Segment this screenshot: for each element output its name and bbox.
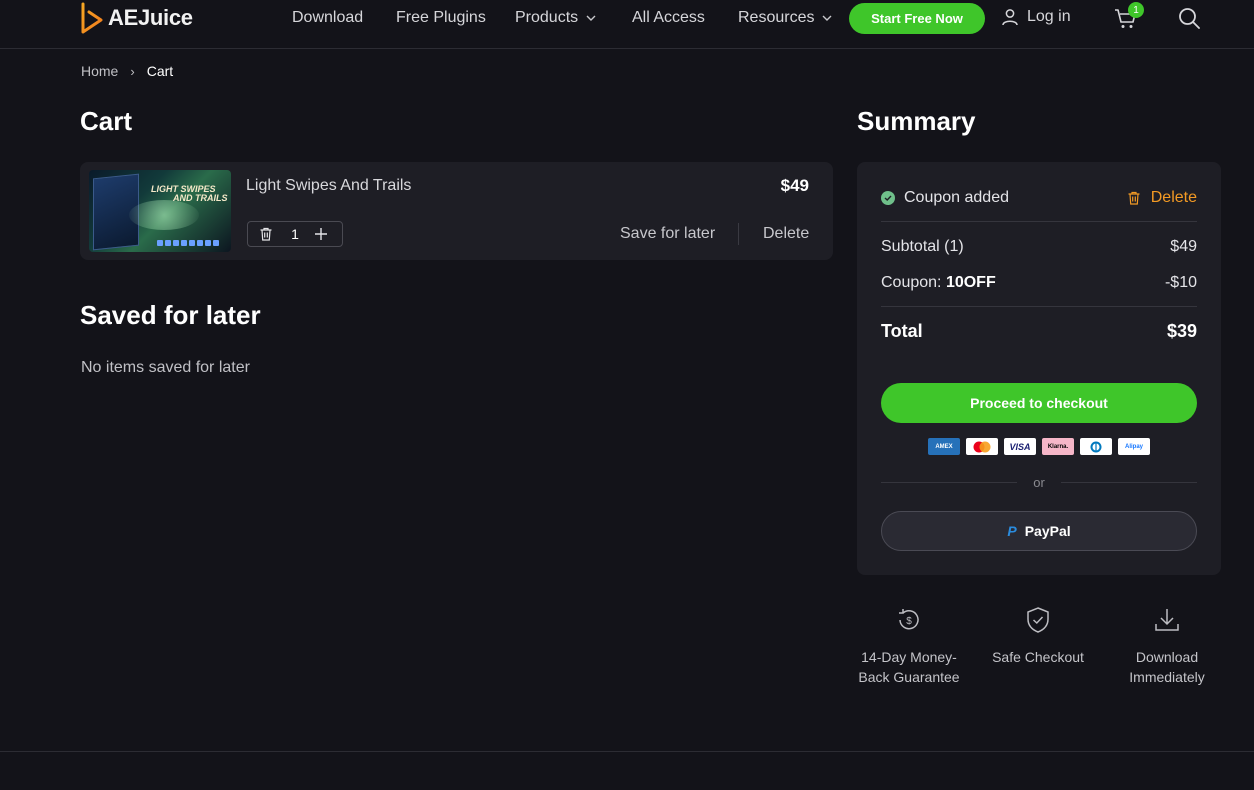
- or-divider: or: [881, 475, 1197, 490]
- chevron-down-icon: [822, 15, 832, 21]
- summary-title: Summary: [857, 106, 976, 136]
- chevron-down-icon: [586, 15, 596, 21]
- cart-item: LIGHT SWIPES AND TRAILS Light Swipes And…: [80, 162, 833, 260]
- coupon-delete-label: Delete: [1150, 189, 1197, 206]
- coupon-code: 10OFF: [945, 274, 996, 291]
- feature-download: Download Immediately: [1107, 606, 1227, 687]
- trash-icon[interactable]: [259, 227, 273, 241]
- coupon-added-label: Coupon added: [904, 189, 1009, 206]
- nav-resources[interactable]: Resources: [738, 8, 832, 28]
- plus-icon[interactable]: [314, 227, 328, 241]
- login-label: Log in: [1027, 8, 1071, 25]
- paypal-button[interactable]: P PayPal: [881, 511, 1197, 551]
- nav-free-plugins-label: Free Plugins: [396, 9, 486, 26]
- feature-money-back: $ 14-Day Money- Back Guarantee: [849, 606, 969, 687]
- mastercard-icon: [966, 438, 998, 455]
- amex-icon: AMEX: [928, 438, 960, 455]
- diners-icon: [1080, 438, 1112, 455]
- check-circle-icon: [881, 191, 895, 205]
- breadcrumb-current: Cart: [146, 63, 174, 79]
- money-back-icon: $: [899, 609, 919, 630]
- subtotal-value: $49: [1170, 238, 1197, 255]
- user-icon: [1002, 9, 1018, 26]
- feature-download-line1: Download: [1135, 649, 1199, 665]
- light-glow: [129, 200, 199, 230]
- coupon-label-group: Coupon: 10OFF: [881, 274, 996, 292]
- search-icon[interactable]: [1178, 7, 1200, 29]
- summary-card: Coupon added Delete Subtotal (1) $49 Cou…: [857, 162, 1221, 575]
- footer-divider: [0, 751, 1254, 752]
- nav-download-label: Download: [292, 9, 364, 26]
- quantity-stepper: 1: [247, 221, 343, 247]
- total-label: Total: [881, 321, 923, 341]
- proceed-to-checkout-button[interactable]: Proceed to checkout: [881, 383, 1197, 423]
- nav-products-label: Products: [515, 9, 579, 26]
- trash-icon: [1128, 191, 1140, 205]
- breadcrumb: Home › Cart: [81, 63, 173, 79]
- breadcrumb-home[interactable]: Home: [81, 63, 118, 79]
- total-value: $39: [1166, 321, 1197, 341]
- saved-empty-text: No items saved for later: [81, 359, 250, 376]
- svg-text:$: $: [906, 616, 912, 627]
- coupon-value: -$10: [1164, 274, 1197, 291]
- feature-download-line2: Immediately: [1129, 669, 1205, 685]
- or-label: or: [1033, 475, 1045, 490]
- divider: [881, 221, 1197, 222]
- cart-count-badge: 1: [1128, 2, 1144, 18]
- klarna-icon: Klarna.: [1042, 438, 1074, 455]
- cart-title: Cart: [80, 106, 133, 136]
- subtotal-label: Subtotal (1): [881, 238, 964, 255]
- logo-icon: [81, 2, 103, 34]
- paypal-icon: P: [1007, 523, 1017, 539]
- feature-money-back-line2: Back Guarantee: [858, 669, 960, 685]
- coupon-delete-button[interactable]: Delete: [1127, 189, 1197, 207]
- coupon-discount-row: Coupon: 10OFF -$10: [881, 274, 1197, 292]
- visa-icon: VISA: [1004, 438, 1036, 455]
- site-header: AEJuice Download Free Plugins Products A…: [0, 0, 1254, 49]
- thumb-title-line2: AND TRAILS: [173, 193, 228, 203]
- coupon-label: Coupon:: [881, 274, 946, 291]
- nav-all-access-label: All Access: [632, 9, 705, 26]
- product-name[interactable]: Light Swipes And Trails: [246, 177, 411, 195]
- shield-check-icon: [1027, 607, 1049, 633]
- divider: [738, 223, 739, 245]
- product-thumbnail[interactable]: LIGHT SWIPES AND TRAILS: [89, 170, 231, 252]
- quantity-value[interactable]: 1: [290, 226, 300, 242]
- download-icon: [1155, 609, 1179, 631]
- coupon-row: Coupon added Delete: [881, 189, 1197, 207]
- nav-products[interactable]: Products: [515, 8, 596, 28]
- thumb-app-icons: [157, 240, 219, 246]
- nav-free-plugins[interactable]: Free Plugins: [396, 8, 486, 28]
- divider: [881, 306, 1197, 307]
- nav-download[interactable]: Download: [292, 8, 363, 28]
- logo[interactable]: AEJuice: [80, 2, 193, 34]
- breadcrumb-separator: ›: [130, 63, 135, 79]
- delete-item-button[interactable]: Delete: [763, 225, 809, 243]
- payment-methods: AMEX VISA Klarna. Alipay: [928, 438, 1150, 455]
- alipay-icon: Alipay: [1118, 438, 1150, 455]
- coupon-status: Coupon added: [881, 189, 1009, 207]
- feature-safe-checkout-line1: Safe Checkout: [992, 649, 1084, 665]
- feature-safe-checkout: Safe Checkout: [978, 606, 1098, 667]
- paypal-label: PayPal: [1024, 523, 1071, 539]
- logo-text: AEJuice: [108, 5, 193, 30]
- total-row: Total $39: [881, 321, 1197, 342]
- saved-for-later-title: Saved for later: [80, 300, 261, 330]
- login-link[interactable]: Log in: [1001, 8, 1071, 26]
- feature-money-back-line1: 14-Day Money-: [861, 649, 957, 665]
- subtotal-row: Subtotal (1) $49: [881, 238, 1197, 256]
- nav-all-access[interactable]: All Access: [632, 8, 705, 28]
- save-for-later-button[interactable]: Save for later: [620, 225, 715, 243]
- nav-resources-label: Resources: [738, 9, 815, 26]
- start-free-button[interactable]: Start Free Now: [849, 3, 985, 34]
- product-price: $49: [780, 176, 809, 195]
